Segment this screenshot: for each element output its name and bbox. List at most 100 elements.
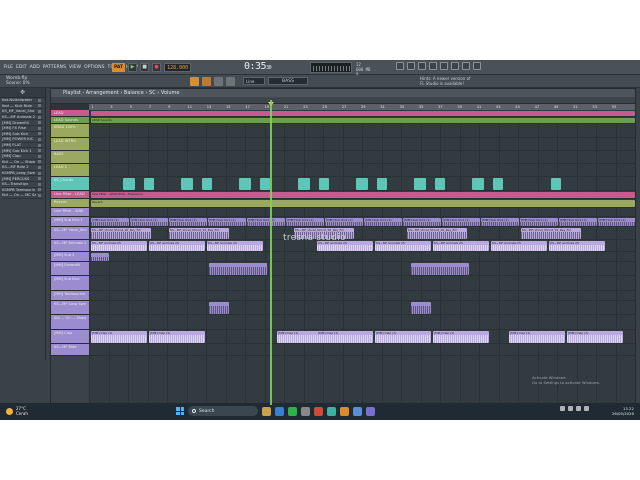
piano-roll-icon[interactable]: [407, 62, 415, 70]
playlist-clip[interactable]: [91, 111, 635, 116]
file-explorer-icon[interactable]: [262, 406, 271, 416]
browser-item[interactable]: Kid — On — MC Sa: [2, 193, 43, 199]
battery-icon[interactable]: [584, 406, 589, 411]
track-header[interactable]: Reverb: [51, 199, 89, 208]
play-icon[interactable]: ▶: [128, 62, 138, 72]
playlist-clip[interactable]: [MM] Sub Kick (1): [91, 218, 129, 226]
playlist-clip[interactable]: [MM] Sub Kick (1): [325, 218, 363, 226]
windows-start-icon[interactable]: [176, 407, 184, 415]
playlist-clip[interactable]: [MM] Sub Kick (1): [364, 218, 402, 226]
playlist-icon[interactable]: [396, 62, 404, 70]
track-header[interactable]: [MM] Drownfill: [51, 262, 89, 276]
stop-icon[interactable]: ■: [140, 62, 150, 72]
playlist-clip[interactable]: [181, 178, 193, 190]
playlist-clip[interactable]: [260, 178, 270, 190]
menu-patterns[interactable]: PATTERNS: [41, 63, 67, 72]
draw-tool-button[interactable]: [190, 77, 199, 86]
edge-icon[interactable]: [275, 406, 284, 416]
playlist-clip[interactable]: [91, 253, 109, 261]
playlist-clip[interactable]: [411, 263, 469, 275]
track-header[interactable]: KS—MF Ride: [51, 344, 89, 356]
weather-widget[interactable]: 27°C Cerah: [6, 406, 28, 416]
settings-icon[interactable]: [301, 406, 310, 416]
playlist-clip[interactable]: [MM] Clap (1): [375, 331, 431, 343]
channel-rack-icon[interactable]: [418, 62, 426, 70]
playlist-clip[interactable]: [MM] Sub Kick (1): [442, 218, 480, 226]
playlist-clip[interactable]: [472, 178, 484, 190]
playlist-clip[interactable]: [MM] Sub Kick (1): [403, 218, 441, 226]
midi-icon[interactable]: [462, 62, 470, 70]
menu-add[interactable]: ADD: [28, 63, 41, 72]
browser-icon[interactable]: [440, 62, 448, 70]
playlist-clip[interactable]: [MM] Sub Kick (1): [286, 218, 324, 226]
track-header[interactable]: [MM] Sub 2: [51, 252, 89, 262]
track-header[interactable]: KS—MF Vocal_Sho: [51, 227, 89, 240]
playlist-clip[interactable]: [MM] Sub Kick (1): [559, 218, 597, 226]
track-header[interactable]: [MM] Tambourine: [51, 291, 89, 301]
snap-select[interactable]: Line: [243, 77, 265, 85]
playlist-clip[interactable]: [123, 178, 135, 190]
playlist-clip[interactable]: [MM] Clap (1): [433, 331, 489, 343]
playlist-clip[interactable]: [MM] Sub Kick (1): [247, 218, 285, 226]
pattern-mode-button[interactable]: PAT: [112, 62, 126, 72]
playlist-clip[interactable]: LEAD Sounds: [91, 118, 635, 123]
store-icon[interactable]: [353, 406, 362, 416]
playlist-clip[interactable]: [551, 178, 561, 190]
playlist-clip[interactable]: [319, 178, 329, 190]
playlist-clip[interactable]: [MM] Sub Kick (1): [481, 218, 519, 226]
playlist-clip[interactable]: KS—MF_Vocal_Shout_16_Key_Fm: [521, 228, 581, 239]
track-header[interactable]: LEAD Sounds: [51, 117, 89, 124]
playlist-clip[interactable]: [MM] Sub Kick (1): [208, 218, 246, 226]
chrome-icon[interactable]: [314, 406, 323, 416]
playlist-clip[interactable]: KS—MF Animals 2S: [549, 241, 605, 251]
playlist-clip[interactable]: Line Filter - LEAD BUS - Frequency: [91, 192, 635, 198]
track-header[interactable]: BASS: [51, 151, 89, 164]
playlist-clip[interactable]: [298, 178, 310, 190]
playlist-clip[interactable]: [202, 178, 212, 190]
playlist-clip[interactable]: KS—MF Animals 2S: [433, 241, 489, 251]
track-header[interactable]: LEAD INTRO: [51, 138, 89, 151]
track-header[interactable]: KS—MF Long Swe: [51, 301, 89, 315]
track-header[interactable]: KNAD 100%: [51, 124, 89, 138]
playlist-clip[interactable]: [MM] Sub Kick (1): [520, 218, 558, 226]
mixer-icon[interactable]: [429, 62, 437, 70]
wifi-icon[interactable]: [568, 406, 573, 411]
track-header[interactable]: KS_Chords: [51, 177, 89, 191]
track-header[interactable]: [MM] Clap: [51, 330, 89, 344]
playlist-clip[interactable]: KS—MF Animals 2S: [375, 241, 431, 251]
arrangement-grid[interactable]: LEAD Sounds Line Filter - LEAD BUS - Freq…: [89, 110, 635, 420]
playlist-clip[interactable]: KS—MF_Vocal_Shout_16_Key_Fm: [91, 228, 151, 239]
fl-studio-icon[interactable]: [340, 406, 349, 416]
playlist-clip[interactable]: [MM] Clap (1): [91, 331, 147, 343]
track-header[interactable]: [MM] Sub Kick: [51, 276, 89, 291]
playlist-clip[interactable]: [435, 178, 445, 190]
playlist-clip[interactable]: [MM] Sub Kick (1): [598, 218, 635, 226]
tempo-display[interactable]: 128.000: [164, 62, 192, 72]
playlist-clip[interactable]: [MM] Clap (1): [149, 331, 205, 343]
playlist-clip[interactable]: [356, 178, 368, 190]
whatsapp-icon[interactable]: [288, 406, 297, 416]
playlist-clip[interactable]: [MM] Sub Kick (1): [169, 218, 207, 226]
track-header[interactable]: Kid — On — Shaw: [51, 315, 89, 330]
playlist-clip[interactable]: [MM] Sub Kick (1): [130, 218, 168, 226]
app2-icon[interactable]: [366, 406, 375, 416]
playlist-clip[interactable]: KS—MF Animals 2S: [91, 241, 147, 251]
help-icon[interactable]: [473, 62, 481, 70]
playlist-clip[interactable]: KS—MF_Vocal_Shout_16_Key_Fm: [169, 228, 229, 239]
playlist-clip[interactable]: [MM] Clap (1): [567, 331, 623, 343]
taskbar-search[interactable]: Search: [188, 406, 258, 416]
system-clock[interactable]: 13.22 26/05/2026: [612, 406, 634, 416]
playlist-clip[interactable]: [377, 178, 387, 190]
menu-edit[interactable]: EDIT: [14, 63, 28, 72]
playlist-clip[interactable]: [493, 178, 503, 190]
playlist-clip[interactable]: [MM] Clap (1): [317, 331, 373, 343]
playlist-clip[interactable]: KS—MF Animals 2S: [207, 241, 263, 251]
update-notification[interactable]: Hints: A newer version of FL Studio is a…: [420, 76, 480, 86]
slice-tool-button[interactable]: [226, 77, 235, 86]
track-header[interactable]: [MM] Sub Kick 1: [51, 217, 89, 227]
menu-options[interactable]: OPTIONS: [83, 63, 107, 72]
chevron-up-icon[interactable]: [560, 406, 565, 411]
playlist-clip[interactable]: [144, 178, 154, 190]
browser-expand-icon[interactable]: ✥: [20, 89, 25, 96]
playlist-clip[interactable]: KS—MF_Vocal_Shout_16_Key_Fm: [407, 228, 467, 239]
